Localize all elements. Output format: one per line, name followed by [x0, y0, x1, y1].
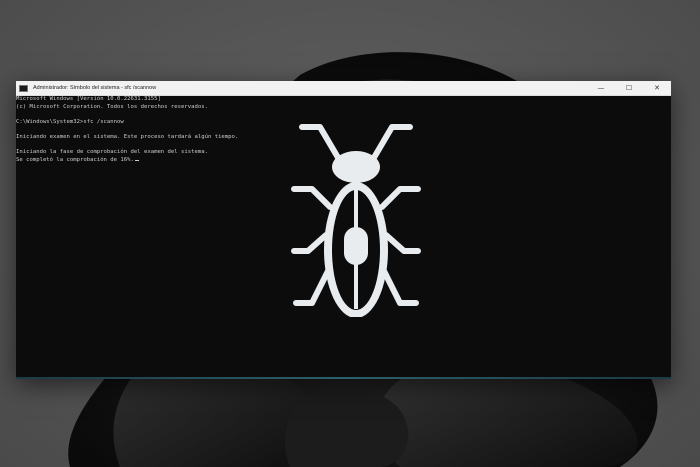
console-line: Se completó la comprobación de 16%.	[16, 156, 134, 163]
bug-icon	[291, 124, 421, 317]
minimize-button[interactable]: —	[587, 81, 615, 95]
title-bar[interactable]: Administrador: Símbolo del sistema - sfc…	[16, 81, 671, 96]
maximize-button[interactable]: ☐	[615, 81, 643, 95]
terminal-icon	[19, 84, 28, 92]
close-button[interactable]: ✕	[643, 81, 671, 95]
window-title: Administrador: Símbolo del sistema - sfc…	[33, 85, 157, 91]
console-line: (c) Microsoft Corporation. Todos los der…	[16, 103, 208, 110]
text-cursor	[134, 159, 139, 162]
window-bottom-border	[16, 377, 671, 379]
console-line: Microsoft Windows [Versión 10.0.22631.31…	[16, 96, 161, 102]
command-prompt-window[interactable]: Administrador: Símbolo del sistema - sfc…	[16, 81, 671, 379]
window-controls: — ☐ ✕	[587, 81, 671, 95]
